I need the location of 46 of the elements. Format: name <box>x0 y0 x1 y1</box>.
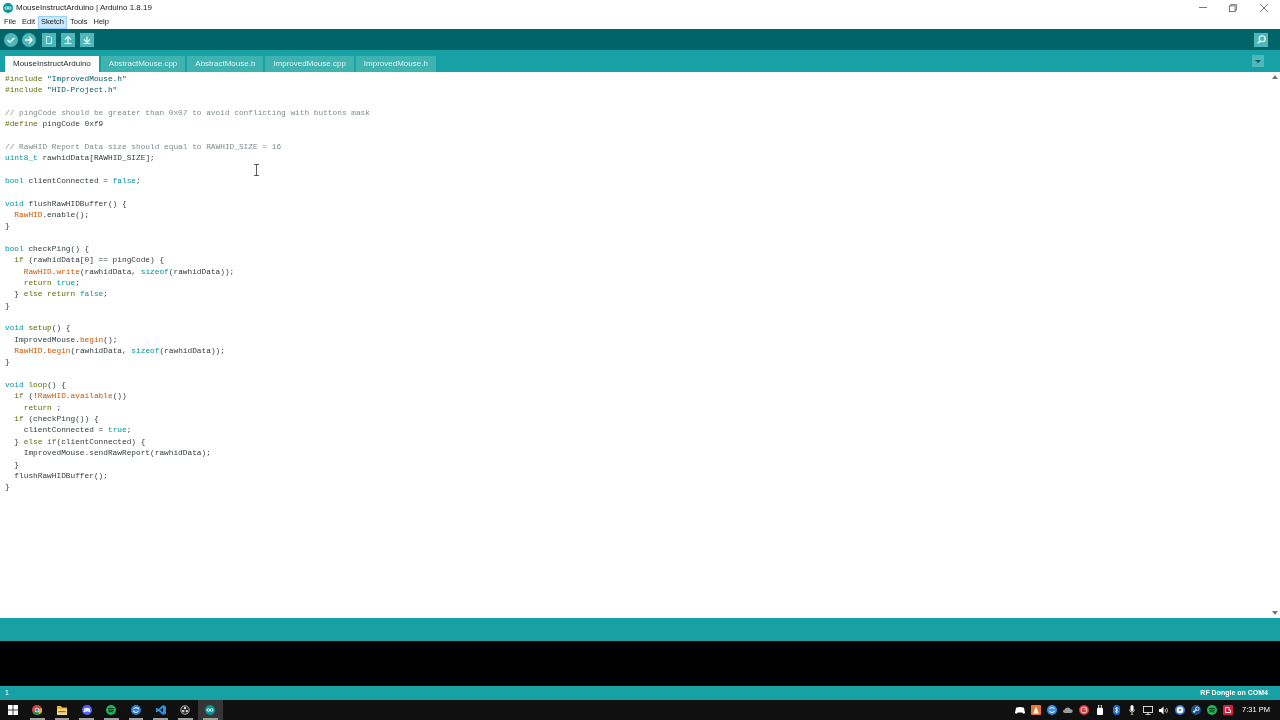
sound-waves-icon <box>106 705 117 715</box>
compass-icon[interactable] <box>1175 705 1186 715</box>
tab-menu-button[interactable] <box>1252 55 1264 67</box>
ribbon-icon <box>155 705 166 715</box>
aperture-icon <box>180 705 191 715</box>
wrench-icon[interactable] <box>1191 705 1202 715</box>
arrow-down-icon <box>83 35 91 44</box>
save-button[interactable] <box>80 32 94 47</box>
minimize-icon <box>1199 7 1207 8</box>
open-button[interactable] <box>61 32 75 47</box>
serial-monitor-button[interactable] <box>1254 32 1268 47</box>
verify-button[interactable] <box>4 32 18 47</box>
circular-arrows-icon[interactable] <box>1047 705 1058 715</box>
colored-ring-icon <box>32 705 43 715</box>
taskbar-app-button[interactable] <box>197 700 223 720</box>
arrow-right-icon <box>25 35 33 44</box>
arrow-up-icon <box>64 35 72 44</box>
sound-waves-icon[interactable] <box>1207 705 1218 715</box>
microphone-icon[interactable] <box>1129 705 1136 715</box>
check-icon <box>7 36 15 43</box>
file-tab[interactable]: MouseInstructArduino <box>5 56 99 72</box>
scroll-up-icon[interactable] <box>1272 75 1278 79</box>
cloud-icon[interactable] <box>1063 707 1074 713</box>
close-icon <box>1260 3 1268 12</box>
bluetooth-icon[interactable] <box>1112 705 1120 715</box>
window-title: MouseInstructArduino | Arduino 1.8.19 <box>16 1 152 14</box>
folder-icon <box>57 705 68 715</box>
caret-down-icon <box>1255 59 1261 63</box>
scroll-down-icon[interactable] <box>1272 611 1278 615</box>
cone-icon[interactable] <box>1031 705 1042 715</box>
network-icon[interactable] <box>1143 705 1154 715</box>
document-icon <box>46 35 52 44</box>
volume-icon[interactable] <box>1159 705 1170 715</box>
gamepad-icon <box>81 705 92 715</box>
infinity-icon <box>205 705 216 715</box>
circular-arrows-icon <box>131 705 142 715</box>
start-icon <box>7 705 18 715</box>
search-icon <box>1256 35 1266 44</box>
restore-icon <box>1229 3 1237 12</box>
text-cursor-icon <box>254 164 259 176</box>
gamepad-icon[interactable] <box>1015 706 1026 714</box>
new-sketch-button[interactable] <box>42 32 56 47</box>
usb-drive-icon[interactable] <box>1097 705 1104 715</box>
upload-button[interactable] <box>22 32 36 47</box>
speedometer-icon[interactable] <box>1079 705 1090 715</box>
square-logo-icon[interactable] <box>1223 705 1234 715</box>
